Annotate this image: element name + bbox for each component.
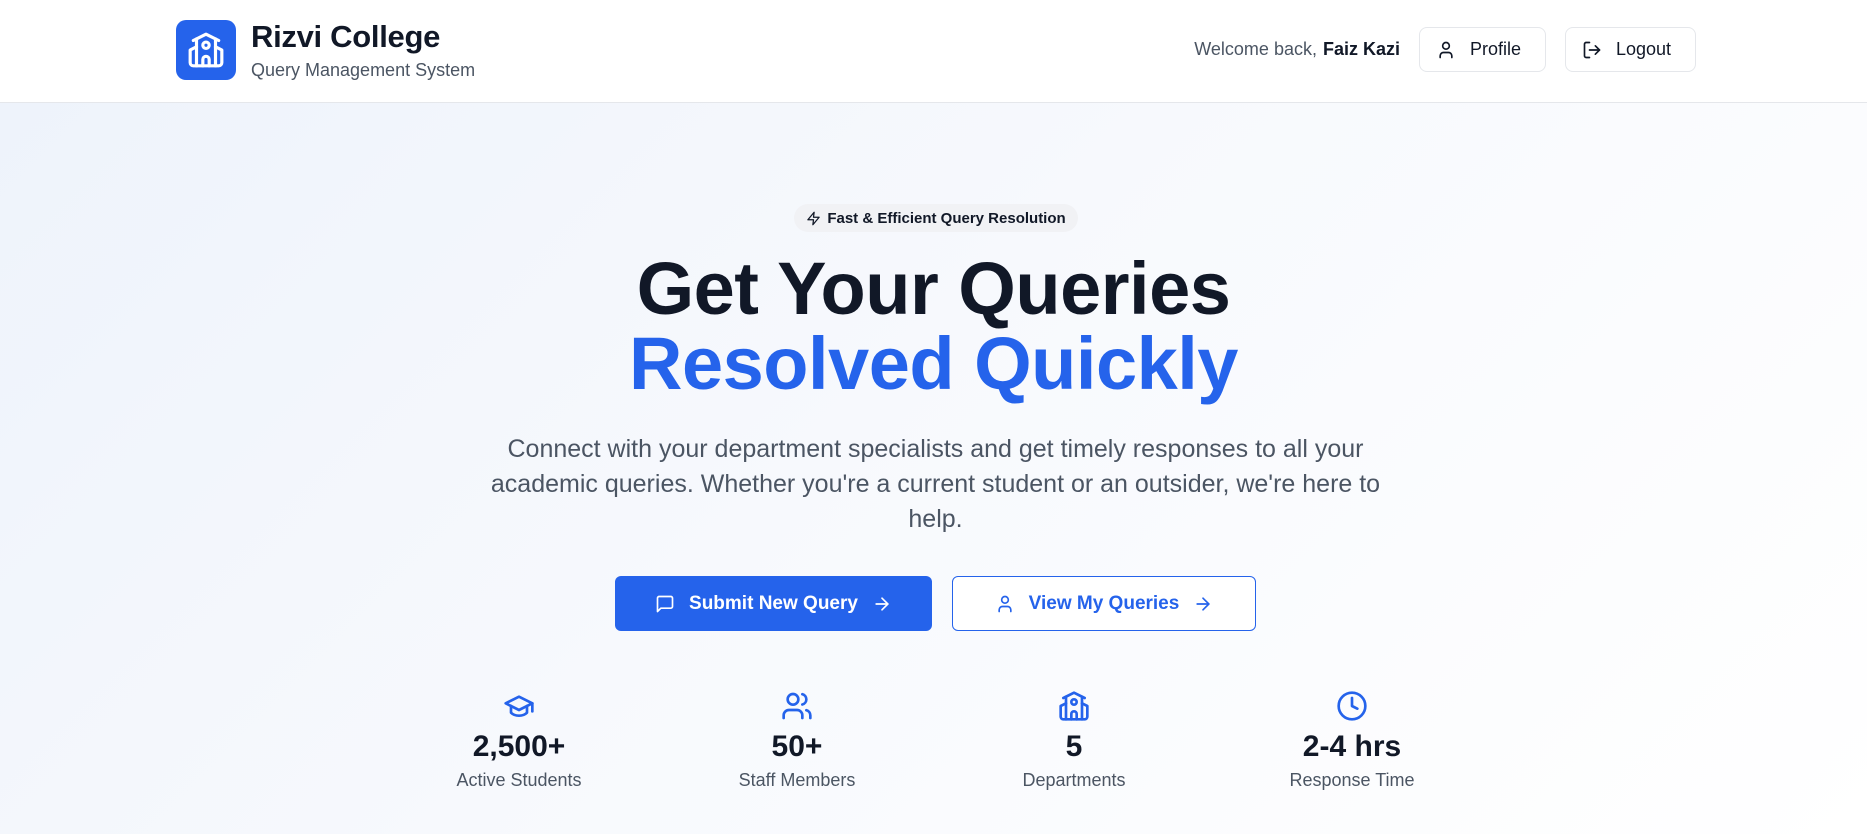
welcome-message: Welcome back, Faiz Kazi xyxy=(1194,39,1400,60)
logout-label: Logout xyxy=(1616,39,1672,59)
logout-button[interactable]: Logout xyxy=(1565,27,1696,72)
submit-query-label: Submit New Query xyxy=(689,592,858,614)
college-logo[interactable] xyxy=(176,20,236,80)
profile-label: Profile xyxy=(1470,39,1522,59)
clock-icon xyxy=(1337,691,1367,721)
stat-value: 2,500+ xyxy=(472,730,566,763)
profile-button[interactable]: Profile xyxy=(1419,27,1546,72)
arrow-right-icon xyxy=(875,596,889,611)
users-icon xyxy=(782,692,812,720)
user-icon xyxy=(997,595,1012,612)
arrow-right-icon xyxy=(1196,596,1210,611)
school-icon xyxy=(1059,691,1089,721)
stat-staff-members: 50+ Staff Members xyxy=(682,690,912,791)
user-name: Faiz Kazi xyxy=(1322,39,1400,59)
welcome-text: Welcome back, xyxy=(1194,39,1317,59)
stat-value: 5 xyxy=(1065,730,1083,763)
stat-label: Active Students xyxy=(456,770,582,790)
view-queries-label: View My Queries xyxy=(1028,592,1180,614)
brand-title: Rizvi College xyxy=(251,19,441,54)
user-icon xyxy=(1439,41,1453,58)
hero-badge: Fast & Efficient Query Resolution xyxy=(794,204,1078,232)
zap-icon xyxy=(807,211,821,225)
hero-badge-text: Fast & Efficient Query Resolution xyxy=(827,209,1066,227)
logout-icon xyxy=(1583,41,1601,58)
hero-headline-line1: Get Your Queries xyxy=(636,247,1231,330)
stat-value: 2-4 hrs xyxy=(1302,730,1402,763)
stat-label: Response Time xyxy=(1289,770,1415,790)
stat-active-students: 2,500+ Active Students xyxy=(404,690,634,791)
hero-headline-line2: Resolved Quickly xyxy=(629,322,1238,405)
stat-value: 50+ xyxy=(771,730,823,763)
brand-subtitle: Query Management System xyxy=(251,60,476,80)
view-queries-button[interactable]: View My Queries xyxy=(952,576,1256,631)
school-icon xyxy=(188,32,224,68)
message-square-icon xyxy=(656,595,674,612)
hero-description: Connect with your department specialists… xyxy=(490,435,1381,533)
stat-label: Departments xyxy=(1022,770,1126,790)
top-header: Rizvi College Query Management System We… xyxy=(0,0,1867,103)
submit-query-button[interactable]: Submit New Query xyxy=(615,576,932,631)
stat-label: Staff Members xyxy=(738,770,856,790)
graduation-cap-icon xyxy=(504,695,534,717)
stat-response-time: 2-4 hrs Response Time xyxy=(1237,690,1467,791)
stat-departments: 5 Departments xyxy=(959,690,1189,791)
